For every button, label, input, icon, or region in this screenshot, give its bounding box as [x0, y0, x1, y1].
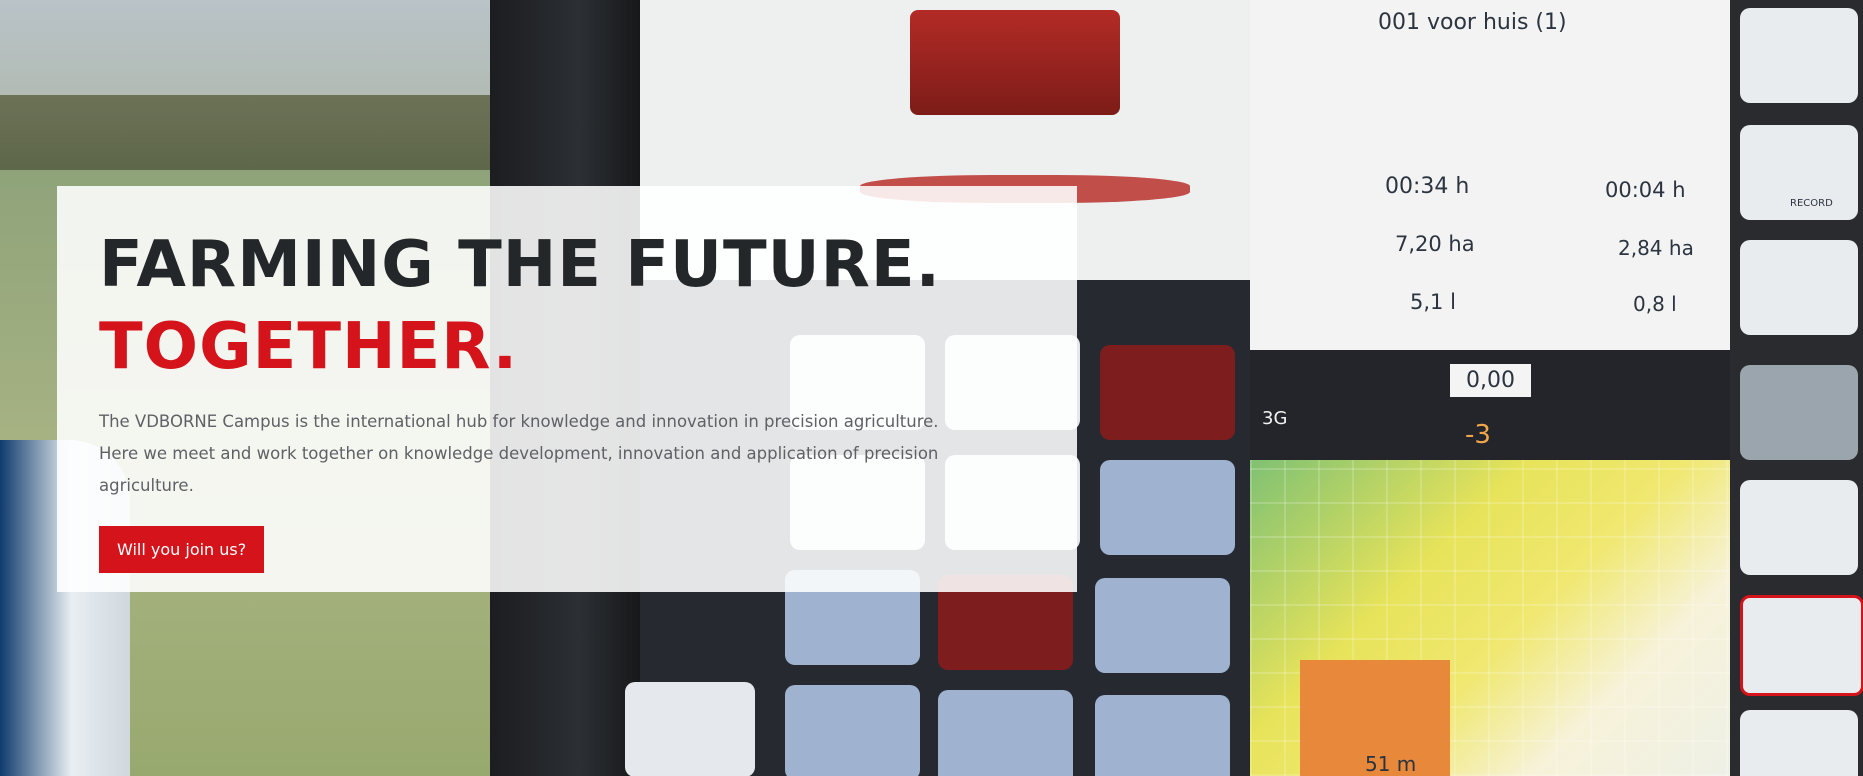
terminal-side-button	[1740, 710, 1858, 776]
terminal-side-button	[1740, 595, 1863, 696]
terminal-side-button	[1740, 240, 1858, 335]
terminal-tile	[1100, 460, 1235, 555]
hero-title-line2: TOGETHER.	[99, 310, 519, 384]
terminal-left-fuel: 5,1 l	[1410, 290, 1456, 314]
join-us-button[interactable]: Will you join us?	[99, 526, 265, 573]
terminal-side-button	[1740, 365, 1858, 460]
terminal-left-area: 7,20 ha	[1395, 232, 1475, 256]
terminal-tile	[1100, 345, 1235, 440]
terminal-back-tile	[625, 682, 755, 776]
hero-description: The VDBORNE Campus is the international …	[99, 412, 939, 495]
hero-title: FARMING THE FUTURE. TOGETHER.	[99, 224, 1035, 388]
terminal-tile	[1095, 578, 1230, 673]
terminal-offset: -3	[1465, 420, 1491, 450]
terminal-side-button	[1740, 480, 1858, 575]
hero-card: FARMING THE FUTURE. TOGETHER. The VDBORN…	[57, 186, 1077, 592]
terminal-signal: 3G	[1262, 408, 1288, 429]
terminal-record-label: RECORD	[1790, 198, 1833, 209]
terminal-tile	[1095, 695, 1230, 776]
terminal-right-area: 2,84 ha	[1618, 236, 1694, 260]
terminal-tile	[785, 685, 920, 776]
terminal-distance: 51 m	[1365, 752, 1417, 776]
terminal-left-timer: 00:34 h	[1385, 174, 1470, 199]
terminal-right-fuel: 0,8 l	[1633, 292, 1677, 316]
terminal-field-name: 001 voor huis (1)	[1378, 10, 1567, 35]
spreader-graphic	[910, 10, 1120, 115]
background-treeline	[0, 95, 560, 175]
hero-title-line1: FARMING THE FUTURE.	[99, 228, 941, 302]
terminal-tile	[938, 690, 1073, 776]
terminal-side-button	[1740, 8, 1858, 103]
terminal-counter: 0,00	[1450, 364, 1531, 397]
terminal-right-timer: 00:04 h	[1605, 178, 1686, 202]
